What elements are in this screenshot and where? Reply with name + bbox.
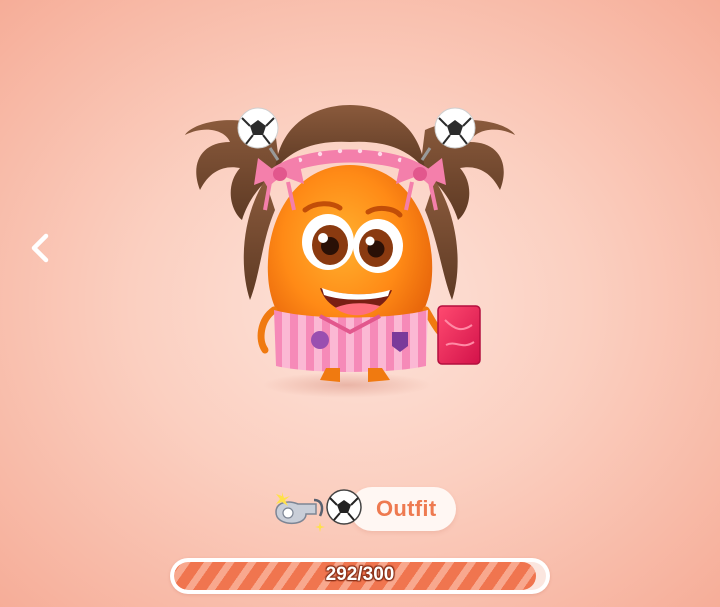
red-card [437,305,481,365]
whistle-icon [275,492,325,532]
jersey [274,310,428,372]
outfit-icons [275,489,362,532]
progress-bar: 292/300 [170,558,550,594]
outfit-label: Outfit [376,496,437,521]
back-button[interactable] [22,228,58,268]
progress-text: 292/300 [325,564,395,585]
chevron-left-icon [31,233,49,263]
avatar [185,105,515,382]
soccer-ball-icon [326,489,362,525]
